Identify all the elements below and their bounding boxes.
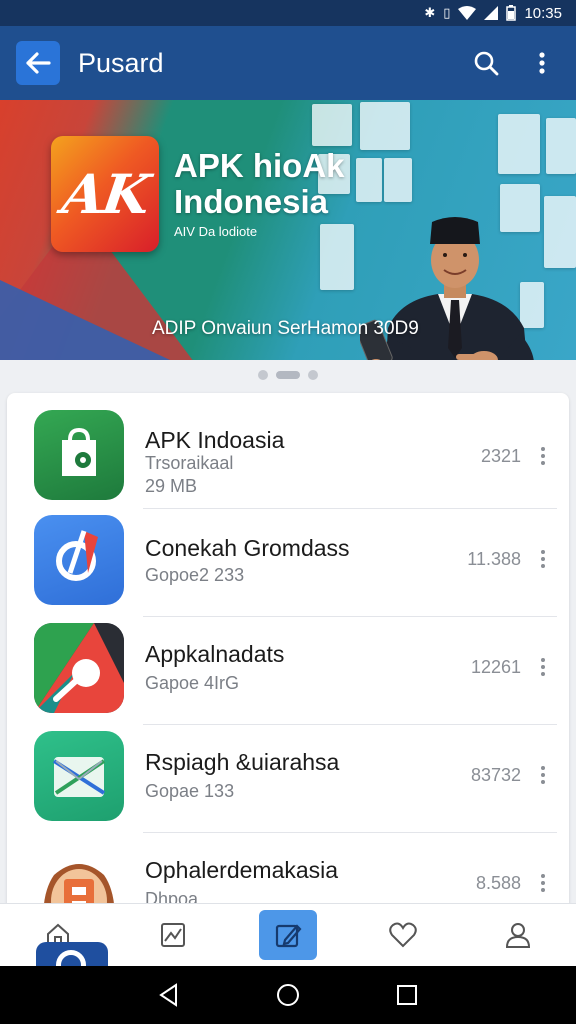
- app-developer: Gapoe 4IrG: [145, 673, 240, 693]
- app-name: Ophalerdemakasia: [145, 857, 339, 883]
- app-name: Conekah Gromdass: [145, 535, 350, 561]
- banner-caption: ADIP Onvaiun SerHamon 30D9: [152, 318, 419, 339]
- nav-editor[interactable]: [258, 910, 317, 960]
- back-button[interactable]: [16, 41, 60, 85]
- image-icon: [160, 923, 185, 947]
- app-name: APK Indoasia: [145, 427, 285, 453]
- list-item[interactable]: Appkalnadats Gapoe 4IrG 12261: [7, 617, 569, 725]
- page-title: Pusard: [78, 47, 164, 78]
- vibrate-icon: ▯: [443, 5, 451, 20]
- edit-icon: [275, 924, 302, 948]
- floating-action-button[interactable]: [36, 942, 108, 966]
- row-more-button[interactable]: [533, 655, 553, 679]
- app-name: Rspiagh &uiarahsa: [145, 749, 340, 775]
- banner-screen-panel: [312, 104, 352, 146]
- system-recents-button[interactable]: [387, 975, 427, 1015]
- system-navigation-bar: [0, 966, 576, 1024]
- mail-icon: [52, 757, 106, 797]
- carousel-indicator: [0, 366, 576, 384]
- list-item[interactable]: APK Indoasia Trsoraikaal 29 MB 2321: [7, 401, 569, 509]
- search-button[interactable]: [464, 41, 508, 85]
- banner-screen-panel: [360, 102, 410, 150]
- maps-icon: [34, 623, 124, 713]
- shopping-bag-icon: [62, 427, 96, 476]
- more-vertical-icon: [539, 52, 545, 74]
- row-more-button[interactable]: [533, 763, 553, 787]
- banner-screen-panel: [320, 224, 354, 290]
- app-download-count: 12261: [470, 657, 521, 677]
- list-item[interactable]: Conekah Gromdass Gopoe2 233 11.388: [7, 509, 569, 617]
- app-download-count: 11.388: [467, 549, 521, 569]
- app-icon: [34, 731, 124, 821]
- list-item[interactable]: Rspiagh &uiarahsa Gopae 133 83732: [7, 725, 569, 833]
- arrow-left-icon: [26, 52, 51, 74]
- circle-home-icon: [276, 984, 299, 1006]
- nav-gallery[interactable]: [144, 910, 202, 960]
- app-developer: Trsoraikaal: [145, 453, 234, 473]
- app-download-count: 83732: [470, 765, 521, 785]
- fab-icon: [56, 950, 86, 966]
- status-time: 10:35: [524, 4, 562, 22]
- battery-icon: [506, 5, 517, 21]
- system-back-button[interactable]: [149, 975, 189, 1015]
- row-more-button[interactable]: [533, 444, 553, 468]
- app-download-count: 8.588: [475, 873, 521, 893]
- app-icon: [34, 623, 124, 713]
- row-more-button[interactable]: [533, 871, 553, 895]
- app-icon: [34, 410, 124, 500]
- status-bar: ✱ ▯ 10:35: [0, 0, 576, 26]
- row-more-button[interactable]: [533, 547, 553, 571]
- app-download-count: 2321: [480, 446, 521, 466]
- heart-icon: [389, 922, 417, 948]
- app-developer: Gopae 133: [145, 781, 235, 801]
- banner-title: APK hioAk Indonesia: [174, 147, 345, 220]
- signal-icon: [484, 6, 499, 20]
- logo-text: AK: [58, 162, 152, 226]
- app-list: APK Indoasia Trsoraikaal 29 MB 2321 Cone…: [7, 393, 569, 913]
- banner-app-logo: AK: [51, 136, 159, 252]
- carousel-dot-active[interactable]: [276, 371, 300, 379]
- banner-screen-panel: [498, 114, 540, 174]
- nav-profile[interactable]: [489, 910, 547, 960]
- app-size: 29 MB: [145, 476, 198, 496]
- system-home-button[interactable]: [268, 975, 308, 1015]
- app-name: Appkalnadats: [145, 641, 285, 667]
- compass-icon: [56, 530, 98, 581]
- banner-subtitle: AIV Da lodiote: [174, 224, 258, 239]
- banner-screen-panel: [384, 158, 412, 202]
- square-recents-icon: [396, 985, 417, 1005]
- banner-screen-panel: [546, 118, 576, 174]
- triangle-back-icon: [159, 983, 178, 1007]
- app-icon: [34, 515, 124, 605]
- more-options-button[interactable]: [520, 41, 564, 85]
- banner-decoration: [0, 280, 170, 360]
- bluetooth-icon: ✱: [424, 5, 436, 20]
- nav-favorites[interactable]: [374, 910, 432, 960]
- search-icon: [474, 51, 499, 76]
- user-icon: [506, 923, 531, 948]
- carousel-dot[interactable]: [258, 370, 268, 380]
- app-bar: Pusard: [0, 26, 576, 100]
- app-developer: Gopoe2 233: [145, 565, 245, 585]
- list-item[interactable]: Ophalerdemakasia Dhpoa 8.588: [7, 833, 569, 913]
- wifi-icon: [458, 6, 477, 20]
- carousel-dot[interactable]: [308, 370, 318, 380]
